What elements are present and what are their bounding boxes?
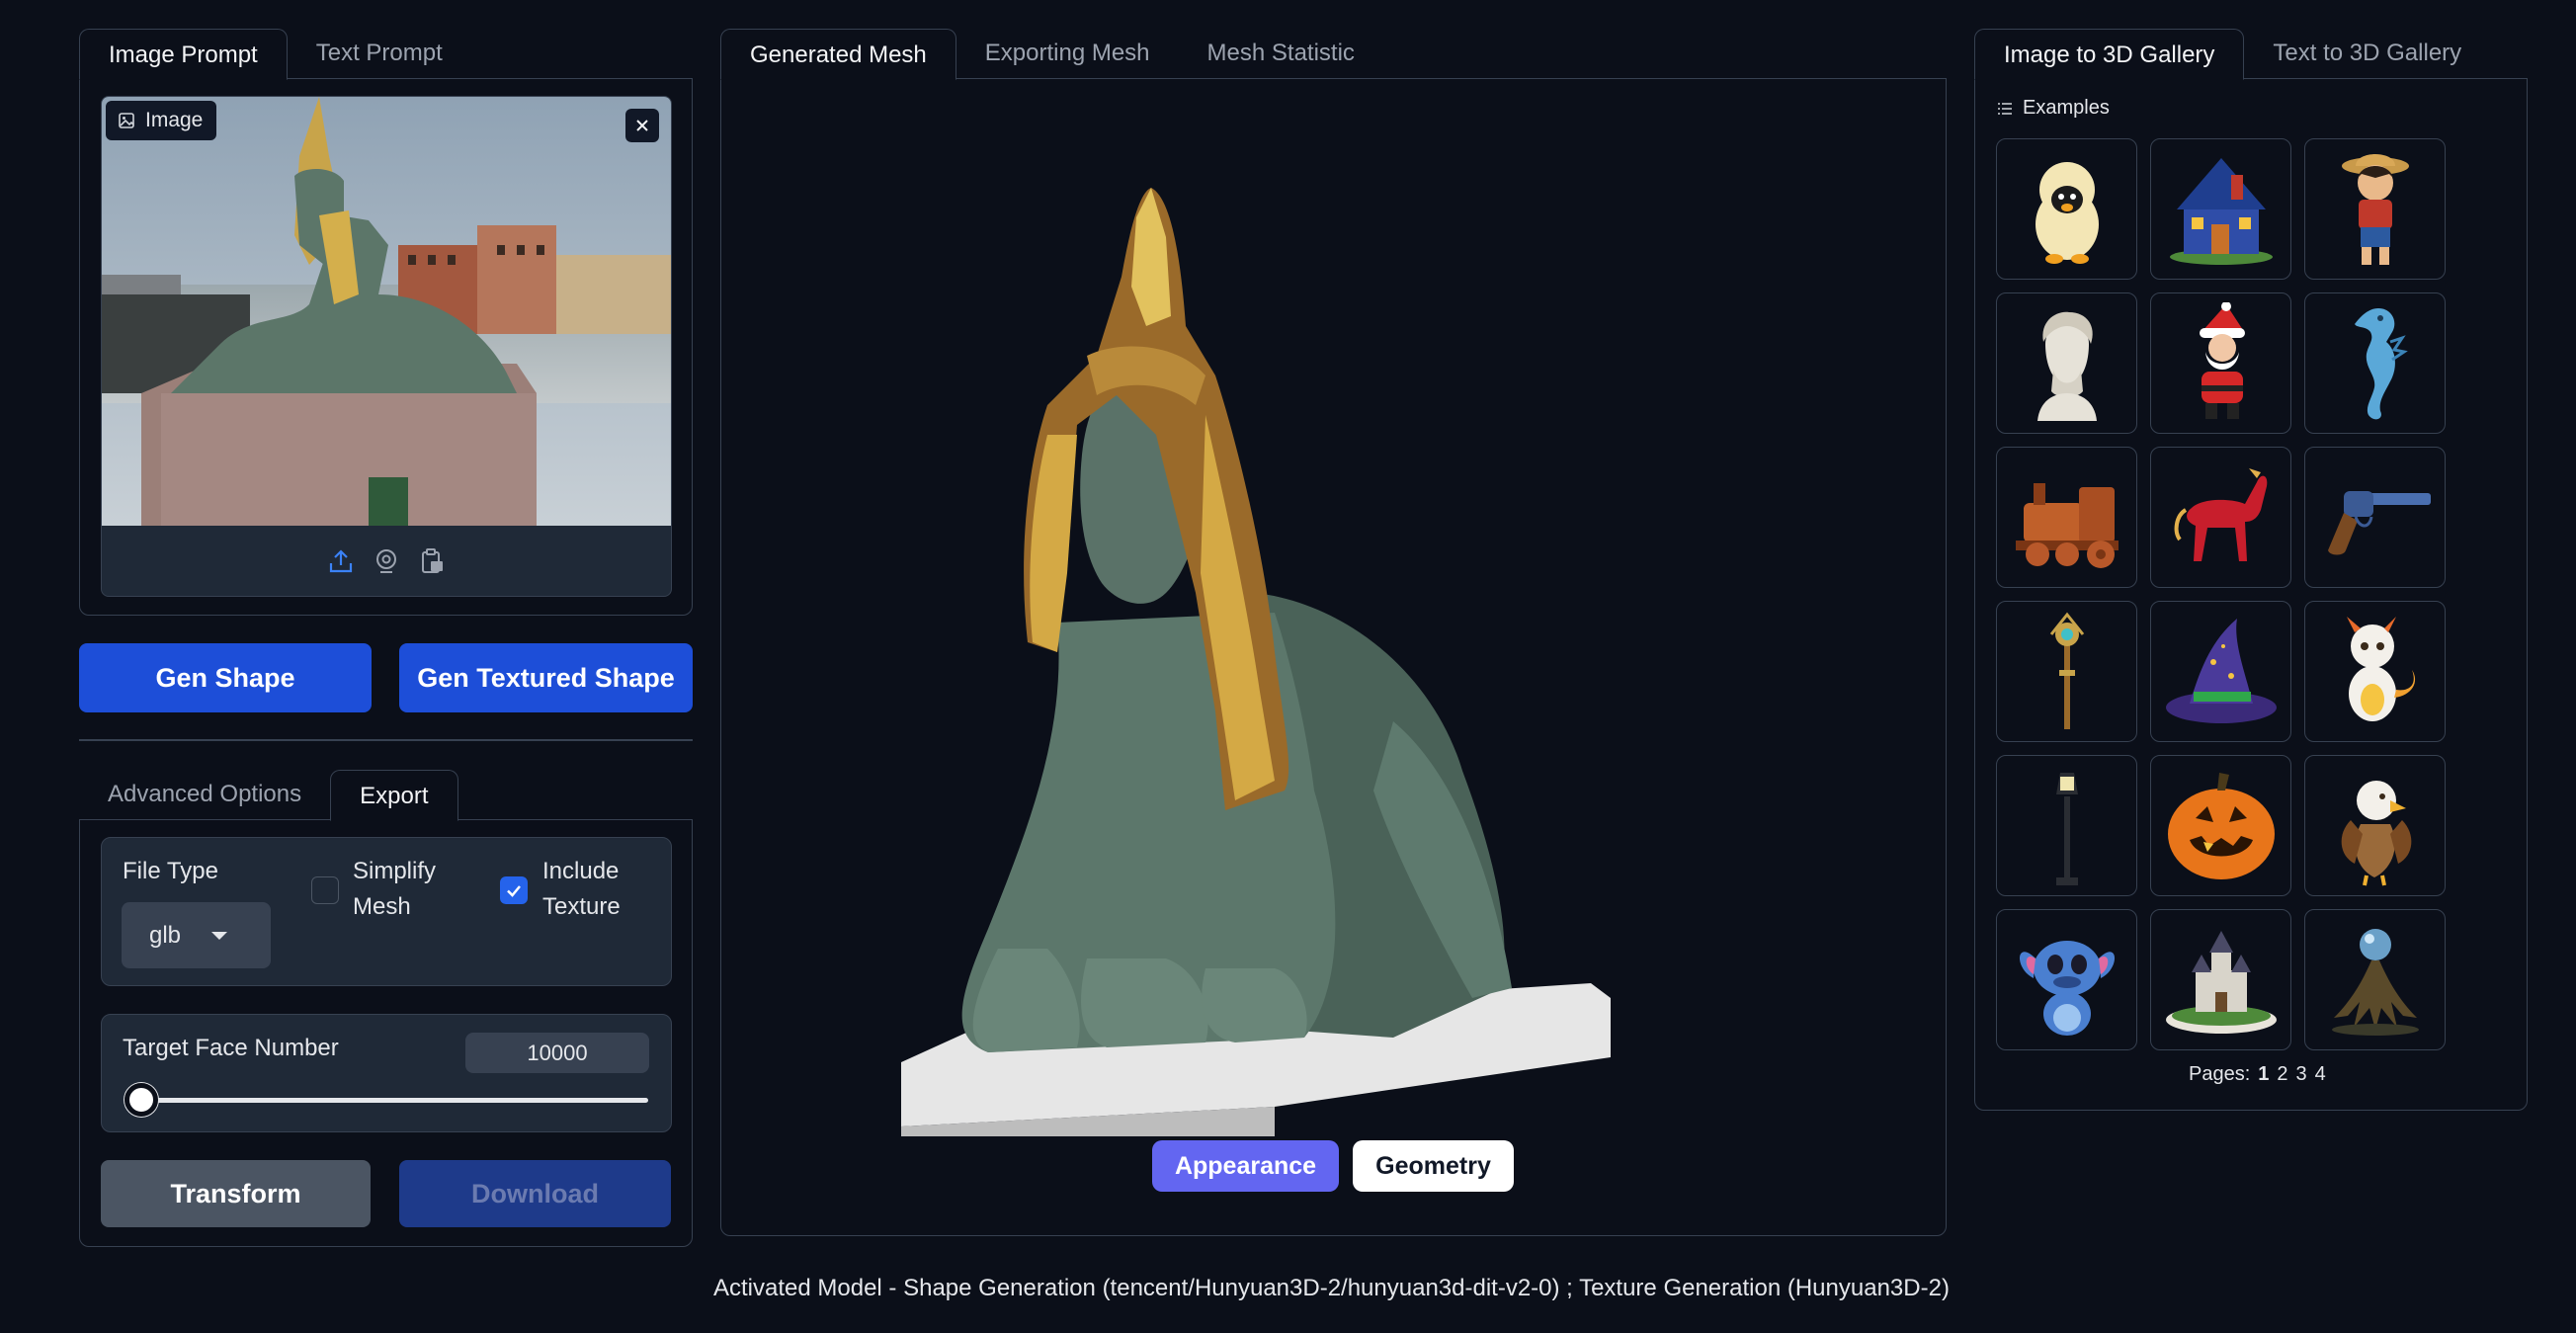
page-2-link[interactable]: 2 xyxy=(2277,1063,2287,1086)
simplify-mesh-checkbox[interactable] xyxy=(311,876,339,904)
tree-orb-thumbnail xyxy=(2331,928,2419,1036)
example-horse[interactable] xyxy=(2150,447,2291,588)
example-revolver[interactable] xyxy=(2304,447,2446,588)
activated-model-status: Activated Model - Shape Generation (tenc… xyxy=(713,1275,1950,1301)
tab-export[interactable]: Export xyxy=(330,770,458,821)
webcam-icon[interactable] xyxy=(373,547,400,575)
prompt-tabs: Image Prompt Text Prompt xyxy=(79,28,471,80)
pirate-boy-thumbnail xyxy=(2341,153,2409,265)
gen-shape-button[interactable]: Gen Shape xyxy=(79,643,372,712)
appearance-button[interactable]: Appearance xyxy=(1152,1140,1339,1192)
alien-thumbnail xyxy=(2019,940,2115,1036)
eagle-thumbnail xyxy=(2341,780,2411,885)
clear-image-button[interactable] xyxy=(625,109,659,142)
output-tabs: Generated Mesh Exporting Mesh Mesh Stati… xyxy=(720,28,1383,80)
transform-button[interactable]: Transform xyxy=(101,1160,371,1227)
santa-thumbnail xyxy=(2199,301,2245,419)
image-upload[interactable]: Image xyxy=(101,96,672,597)
image-label: Image xyxy=(106,101,217,140)
example-bust[interactable] xyxy=(1996,292,2137,434)
image-source-toolbar xyxy=(102,526,671,596)
example-staff[interactable] xyxy=(1996,601,2137,742)
chevron-down-icon xyxy=(211,932,227,940)
castle-thumbnail xyxy=(2165,930,2277,1034)
lamp-post-thumbnail xyxy=(2055,772,2078,885)
mesh-viewer-canvas[interactable] xyxy=(879,178,1630,1141)
examples-header: Examples xyxy=(1997,97,2110,120)
penguin-thumbnail xyxy=(2035,161,2099,264)
upload-icon[interactable] xyxy=(327,547,355,575)
tab-image-prompt[interactable]: Image Prompt xyxy=(79,29,288,80)
example-eagle[interactable] xyxy=(2304,755,2446,896)
example-castle[interactable] xyxy=(2150,909,2291,1050)
include-texture-checkbox[interactable] xyxy=(500,876,528,904)
example-santa[interactable] xyxy=(2150,292,2291,434)
page-1-link[interactable]: 1 xyxy=(2258,1063,2269,1086)
tab-advanced-options[interactable]: Advanced Options xyxy=(79,769,330,820)
gallery-tabs: Image to 3D Gallery Text to 3D Gallery xyxy=(1974,28,2490,80)
pumpkin-thumbnail xyxy=(2167,772,2275,879)
gallery-pagination: Pages: 1 2 3 4 xyxy=(2189,1063,2326,1086)
target-face-label: Target Face Number xyxy=(123,1035,339,1061)
example-penguin[interactable] xyxy=(1996,138,2137,280)
bust-thumbnail xyxy=(2036,311,2097,421)
check-icon xyxy=(507,885,521,897)
uploaded-photo xyxy=(102,97,671,526)
horse-thumbnail xyxy=(2174,467,2267,561)
example-lamp-post[interactable] xyxy=(1996,755,2137,896)
train-thumbnail xyxy=(2015,482,2119,568)
target-face-slider-thumb[interactable] xyxy=(125,1083,158,1117)
file-type-label: File Type xyxy=(123,858,218,884)
page-3-link[interactable]: 3 xyxy=(2296,1063,2307,1086)
example-tree-orb[interactable] xyxy=(2304,909,2446,1050)
staff-thumbnail xyxy=(2049,612,2084,729)
example-pumpkin[interactable] xyxy=(2150,755,2291,896)
list-icon xyxy=(1998,102,2012,115)
dragon-thumbnail xyxy=(2346,616,2415,721)
tab-text-prompt[interactable]: Text Prompt xyxy=(288,28,471,79)
geometry-button[interactable]: Geometry xyxy=(1353,1140,1514,1192)
tab-text-to-3d-gallery[interactable]: Text to 3D Gallery xyxy=(2244,28,2490,79)
tab-mesh-statistic[interactable]: Mesh Statistic xyxy=(1179,28,1383,79)
simplify-mesh-label: Simplify Mesh xyxy=(353,858,437,920)
target-face-slider-track[interactable] xyxy=(144,1098,648,1103)
tab-exporting-mesh[interactable]: Exporting Mesh xyxy=(956,28,1179,79)
image-label-text: Image xyxy=(145,109,204,131)
file-type-value: glb xyxy=(149,921,182,949)
download-button[interactable]: Download xyxy=(399,1160,671,1227)
include-texture-label: Include Texture xyxy=(542,858,621,920)
example-house[interactable] xyxy=(2150,138,2291,280)
divider xyxy=(79,739,693,741)
file-type-select[interactable]: glb xyxy=(122,902,271,968)
clipboard-icon[interactable] xyxy=(418,547,446,575)
example-dragon[interactable] xyxy=(2304,601,2446,742)
close-icon xyxy=(636,120,648,131)
image-icon xyxy=(119,113,134,128)
tab-generated-mesh[interactable]: Generated Mesh xyxy=(720,29,956,80)
wizard-hat-thumbnail xyxy=(2165,618,2277,723)
example-seahorse[interactable] xyxy=(2304,292,2446,434)
options-tabs: Advanced Options Export xyxy=(79,769,458,821)
page-4-link[interactable]: 4 xyxy=(2315,1063,2326,1086)
examples-label: Examples xyxy=(2023,97,2110,119)
example-pirate-boy[interactable] xyxy=(2304,138,2446,280)
pages-label: Pages: xyxy=(2189,1063,2251,1085)
target-face-input[interactable]: 10000 xyxy=(465,1033,649,1073)
house-thumbnail xyxy=(2169,157,2273,265)
example-alien[interactable] xyxy=(1996,909,2137,1050)
revolver-thumbnail xyxy=(2327,490,2431,554)
example-train[interactable] xyxy=(1996,447,2137,588)
seahorse-thumbnail xyxy=(2354,307,2408,419)
tab-image-to-3d-gallery[interactable]: Image to 3D Gallery xyxy=(1974,29,2245,80)
example-wizard-hat[interactable] xyxy=(2150,601,2291,742)
gen-textured-shape-button[interactable]: Gen Textured Shape xyxy=(399,643,693,712)
